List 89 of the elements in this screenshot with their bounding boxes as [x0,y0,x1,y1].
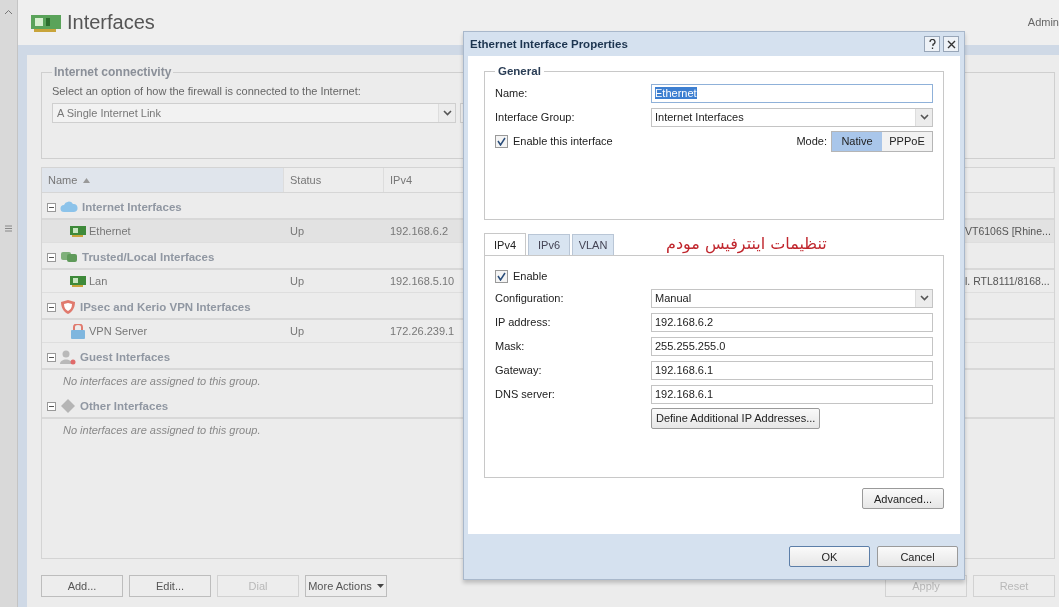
dropdown-button[interactable] [915,289,932,307]
chevron-up-icon [4,9,13,15]
chevron-down-icon [919,114,929,120]
close-button[interactable] [943,36,959,52]
field-label: Mask: [495,340,526,352]
group-name: Trusted/Local Interfaces [82,251,215,263]
column-header[interactable]: Name [42,168,284,192]
mode-label: Mode: [796,135,827,147]
group-name: Other Interfaces [80,400,169,412]
advanced-button[interactable]: Advanced... [862,488,944,509]
chevron-down-icon [919,295,929,301]
sort-up-icon [83,177,91,183]
person-icon [60,349,76,365]
panel-legend: General [495,65,544,77]
input-field[interactable]: 192.168.6.1 [651,360,933,380]
shield-icon [60,299,76,315]
panel-legend: Internet connectivity [52,65,174,79]
dropdown-field[interactable]: Manual [651,288,933,308]
network-icon [60,250,78,264]
table-cell: 172.26.239.1 [390,325,455,337]
group-name: Guest Interfaces [80,351,171,363]
collapse-icon[interactable] [47,202,56,212]
table-cell: 192.168.5.10 [390,275,455,287]
interface-name: Lan [89,275,108,287]
collapse-icon[interactable] [47,302,56,312]
dialog-title: Ethernet Interface Properties [470,38,629,50]
checkbox-label: Enable [513,270,548,282]
input-field[interactable]: Ethernet [651,83,933,103]
field-label: Name: [495,87,529,99]
dropdown-button[interactable] [438,104,455,122]
collapse-icon[interactable] [47,352,56,362]
field-label: IP address: [495,316,552,328]
network-card-icon [70,275,86,287]
input-field[interactable]: 192.168.6.1 [651,384,933,404]
checkbox[interactable] [495,134,508,148]
mode-toggle[interactable]: PPPoE [882,131,932,151]
collapse-icon[interactable] [47,252,56,262]
checkbox-label: Enable this interface [513,135,613,147]
diamond-icon [60,398,76,414]
group-name: Internet Interfaces [82,201,182,213]
tab[interactable]: IPv4 [484,233,526,255]
dropdown-field[interactable]: Internet Interfaces [651,107,933,127]
empty-group-message: No interfaces are assigned to this group. [63,423,261,438]
user-name: Admin [1027,16,1059,28]
table-cell: l. RTL8111/8168... [965,275,1050,287]
toolbar-button[interactable]: More Actions [305,575,387,597]
close-icon [946,39,956,49]
tab[interactable]: IPv6 [528,234,570,255]
table-cell: Up [290,325,305,337]
checkmark-icon [497,136,506,146]
checkbox[interactable] [495,269,508,283]
collapse-icon[interactable] [47,401,56,411]
table-cell: Up [290,225,305,237]
input-field[interactable]: 192.168.6.2 [651,312,933,332]
cloud-icon [60,201,78,213]
dropdown-button[interactable] [915,108,932,126]
interface-name: VPN Server [89,325,148,337]
chevron-down-icon [442,110,452,116]
side-panel-handle[interactable] [0,0,18,607]
field-label: DNS server: [495,388,556,400]
connectivity-dropdown[interactable]: A Single Internet Link [52,103,456,123]
network-card-icon [70,225,86,237]
field-label: Gateway: [495,364,543,376]
interface-name: Ethernet [89,225,131,237]
input-field[interactable]: 255.255.255.0 [651,336,933,356]
annotation-text: تنظیمات اینترفیس مودم [666,234,827,253]
empty-group-message: No interfaces are assigned to this group. [63,374,261,389]
tab[interactable]: VLAN [572,234,614,255]
field-label: Interface Group: [495,111,576,123]
toolbar-button[interactable]: Add... [41,575,123,597]
table-cell: Up [290,275,305,287]
checkmark-icon [497,271,506,281]
table-cell: VT6106S [Rhine... [965,225,1051,237]
group-name: IPsec and Kerio VPN Interfaces [80,301,251,313]
lock-monitor-icon [70,323,86,339]
dialog-button[interactable]: OK [789,546,870,567]
mode-toggle[interactable]: Native [832,131,882,151]
field-label: Configuration: [495,292,565,304]
page-title: Interfaces [67,11,155,34]
define-addresses-button[interactable]: Define Additional IP Addresses... [651,407,821,429]
table-cell: 192.168.6.2 [390,225,449,237]
network-card-icon [31,12,61,33]
grip-icon [5,225,12,232]
caret-icon [376,584,384,588]
help-icon [928,39,936,49]
connectivity-prompt: Select an option of how the firewall is connected to the Internet: [52,85,361,97]
dialog-button[interactable]: Cancel [877,546,958,567]
help-button[interactable] [924,36,940,52]
toolbar-button[interactable]: Edit... [129,575,211,597]
